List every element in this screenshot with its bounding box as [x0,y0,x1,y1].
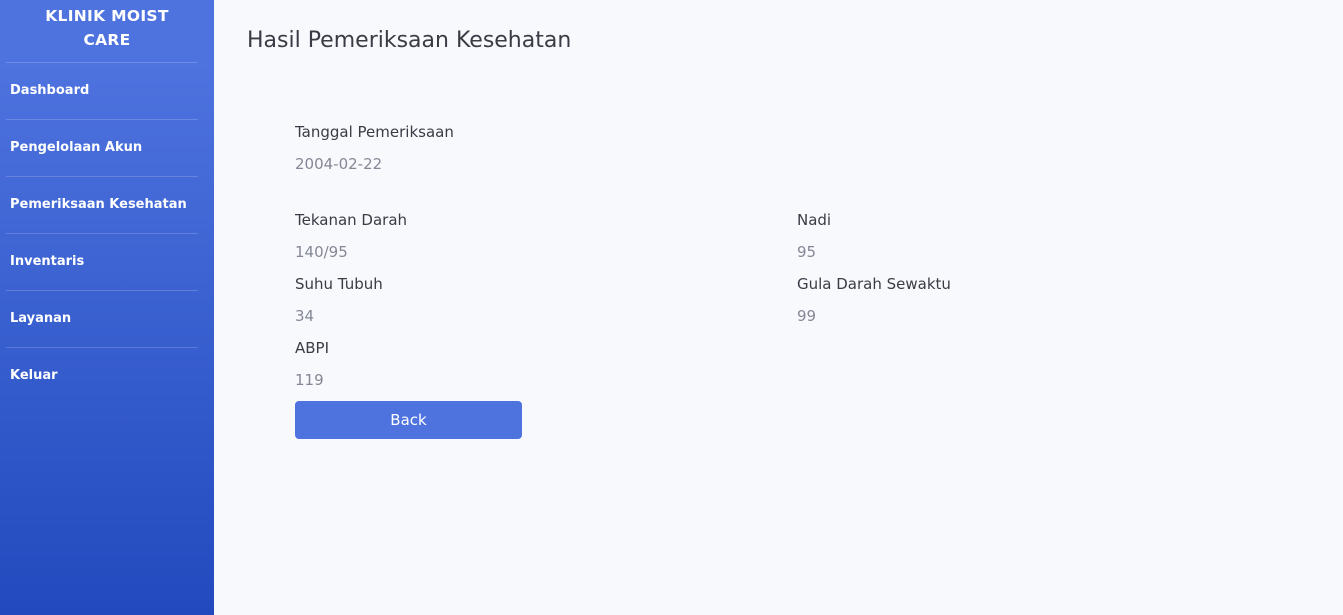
gula-darah-sewaktu-value: 99 [797,307,817,325]
abpi-value: 119 [295,371,324,389]
sidebar-item-inventaris[interactable]: Inventaris [0,234,214,290]
tanggal-pemeriksaan-value: 2004-02-22 [295,155,383,173]
sidebar-item-keluar[interactable]: Keluar [0,348,214,404]
sidebar-item-layanan[interactable]: Layanan [0,291,214,347]
tekanan-darah-label: Tekanan Darah [295,211,408,229]
brand-line-2: CARE [83,31,131,49]
tekanan-darah-value: 140/95 [295,243,348,261]
page-title: Hasil Pemeriksaan Kesehatan [247,28,572,53]
suhu-tubuh-label: Suhu Tubuh [295,275,383,293]
nadi-value: 95 [797,243,817,261]
sidebar: KLINIK MOIST CARE Dashboard Pengelolaan … [0,0,214,615]
sidebar-item-pengelolaan-akun[interactable]: Pengelolaan Akun [0,120,214,176]
back-button[interactable]: Back [295,401,522,439]
brand[interactable]: KLINIK MOIST CARE [0,0,214,62]
sidebar-item-dashboard[interactable]: Dashboard [0,63,214,119]
brand-line-1: KLINIK MOIST [45,7,169,25]
tanggal-pemeriksaan-label: Tanggal Pemeriksaan [295,123,454,141]
abpi-label: ABPI [295,339,330,357]
suhu-tubuh-value: 34 [295,307,315,325]
sidebar-item-pemeriksaan-kesehatan[interactable]: Pemeriksaan Kesehatan [0,177,214,233]
gula-darah-sewaktu-label: Gula Darah Sewaktu [797,275,951,293]
nadi-label: Nadi [797,211,832,229]
main-content: Hasil Pemeriksaan Kesehatan Tanggal Peme… [214,0,1343,615]
